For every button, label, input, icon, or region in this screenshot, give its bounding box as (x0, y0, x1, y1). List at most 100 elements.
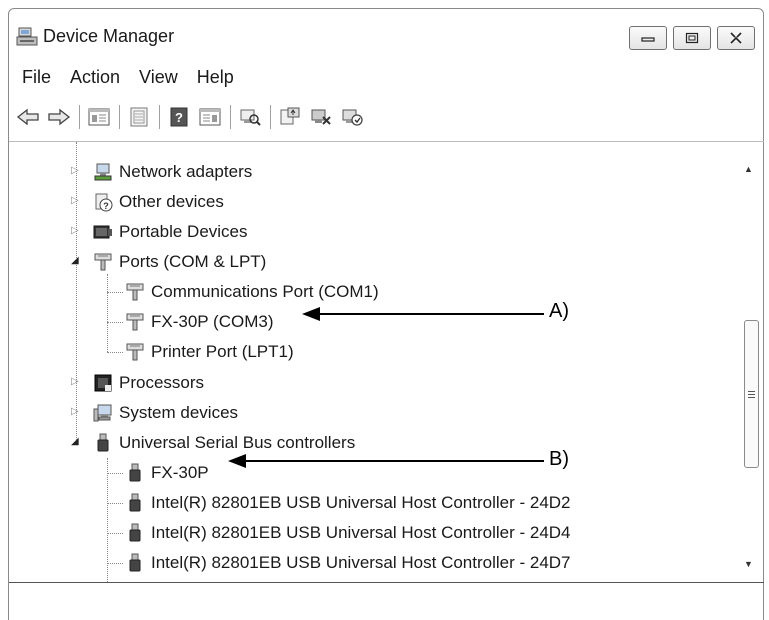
expand-arrow-icon[interactable]: ▷ (71, 195, 79, 206)
tree-node-system-devices[interactable]: System devices (93, 398, 238, 428)
svg-text:?: ? (103, 201, 109, 211)
tree-node-com1[interactable]: Communications Port (COM1) (125, 277, 379, 307)
action-pane-icon (199, 108, 221, 126)
tree-node-fx30p-com3[interactable]: FX-30P (COM3) (125, 307, 274, 337)
device-tree[interactable]: ▷ Network adapters ▷ ? Other devices ▷ P… (9, 141, 764, 583)
tree-node-label: Intel(R) 82801EB USB Universal Host Cont… (151, 523, 571, 542)
tree-node-other-devices[interactable]: ? Other devices (93, 187, 224, 217)
expand-arrow-icon[interactable]: ▷ (71, 406, 79, 417)
collapse-arrow-icon[interactable]: ◢ (71, 436, 79, 447)
tree-node-portable-devices[interactable]: Portable Devices (93, 217, 248, 247)
maximize-icon (685, 32, 699, 44)
show-hide-tree-button[interactable] (86, 104, 112, 130)
usb-connector-icon (129, 553, 141, 572)
forward-button[interactable] (46, 104, 72, 130)
window-title: Device Manager (43, 26, 175, 46)
tree-connector (107, 563, 123, 564)
scan-hardware-icon (240, 109, 261, 126)
expand-arrow-icon[interactable]: ▷ (71, 225, 79, 236)
grip-icon (748, 390, 755, 398)
network-adapter-icon (94, 163, 112, 181)
toolbar-separator (270, 105, 271, 129)
close-icon (730, 32, 742, 44)
back-arrow-icon (16, 108, 39, 126)
port-icon (126, 343, 144, 361)
scrollbar-thumb[interactable] (744, 320, 759, 468)
help-icon: ? (170, 107, 188, 127)
tree-connector (107, 274, 108, 352)
title-bar[interactable]: Device Manager (9, 9, 763, 55)
usb-connector-icon (129, 523, 141, 542)
port-icon (126, 283, 144, 301)
scroll-up-arrow-icon[interactable]: ▲ (744, 164, 753, 174)
usb-connector-icon (129, 493, 141, 512)
forward-arrow-icon (48, 108, 71, 126)
tree-node-label: Printer Port (LPT1) (151, 342, 294, 361)
tree-connector (107, 503, 123, 504)
callout-b-label: B) (549, 448, 569, 470)
tree-node-label: Universal Serial Bus controllers (119, 433, 356, 452)
tree-node-network-adapters[interactable]: Network adapters (93, 157, 252, 187)
tree-node-usb-fx30p[interactable]: FX-30P (125, 458, 209, 488)
action-pane-button[interactable] (197, 104, 223, 130)
callout-a-label: A) (549, 300, 569, 322)
tree-connector (107, 473, 123, 474)
tree-node-label: Network adapters (119, 162, 253, 181)
tree-node-label: Communications Port (COM1) (151, 282, 379, 301)
callout-a-line (318, 313, 544, 315)
back-button[interactable] (15, 104, 41, 130)
tree-node-processors[interactable]: Processors (93, 368, 204, 398)
update-driver-button[interactable] (277, 104, 303, 130)
properties-button[interactable] (126, 104, 152, 130)
menu-view[interactable]: View (126, 63, 178, 91)
tree-node-usb-24d7[interactable]: Intel(R) 82801EB USB Universal Host Cont… (125, 548, 571, 578)
tree-node-usb-controllers[interactable]: Universal Serial Bus controllers (93, 428, 355, 458)
show-hide-tree-icon (88, 108, 110, 126)
usb-connector-icon (129, 463, 141, 482)
maximize-button[interactable] (673, 26, 711, 50)
uninstall-button[interactable] (308, 104, 334, 130)
tree-connector (107, 352, 123, 353)
expand-arrow-icon[interactable]: ▷ (71, 165, 79, 176)
tree-node-label: FX-30P (COM3) (151, 312, 274, 331)
scan-hardware-button[interactable] (237, 104, 263, 130)
toolbar: ? (15, 103, 370, 131)
tree-node-usb-24d2[interactable]: Intel(R) 82801EB USB Universal Host Cont… (125, 488, 571, 518)
portable-device-icon (93, 225, 112, 239)
tree-node-label: Ports (COM & LPT) (119, 252, 267, 271)
close-button[interactable] (717, 26, 755, 50)
scroll-down-arrow-icon[interactable]: ▼ (744, 559, 753, 569)
tree-node-label: System devices (119, 403, 239, 422)
tree-node-label: Intel(R) 82801EB USB Universal Host Cont… (151, 553, 571, 572)
tree-connector (107, 458, 108, 582)
tree-node-lpt1[interactable]: Printer Port (LPT1) (125, 337, 294, 367)
toolbar-separator (79, 105, 80, 129)
tree-connector (76, 142, 77, 442)
tree-node-label: Other devices (119, 192, 224, 211)
unknown-device-icon: ? (95, 193, 113, 212)
expand-arrow-icon[interactable]: ▷ (71, 376, 79, 387)
tree-connector (107, 322, 123, 323)
device-manager-icon (16, 27, 38, 46)
menu-action[interactable]: Action (57, 63, 120, 91)
properties-icon (130, 107, 148, 127)
system-device-icon (93, 404, 112, 422)
tree-node-ports[interactable]: Ports (COM & LPT) (93, 247, 266, 277)
uninstall-icon (311, 109, 331, 125)
vertical-scrollbar[interactable]: ▲ ▼ (736, 142, 764, 582)
help-button[interactable]: ? (166, 104, 192, 130)
menu-file[interactable]: File (9, 63, 51, 91)
enable-device-icon (342, 109, 363, 126)
enable-device-button[interactable] (339, 104, 365, 130)
minimize-icon (641, 37, 655, 42)
update-driver-icon (280, 107, 300, 125)
tree-node-label: Intel(R) 82801EB USB Universal Host Cont… (151, 493, 571, 512)
minimize-button[interactable] (629, 26, 667, 50)
toolbar-separator (159, 105, 160, 129)
usb-connector-icon (97, 433, 109, 452)
collapse-arrow-icon[interactable]: ◢ (71, 255, 79, 266)
processor-icon (94, 374, 112, 392)
port-icon (94, 253, 112, 271)
menu-help[interactable]: Help (184, 63, 234, 91)
tree-node-usb-24d4[interactable]: Intel(R) 82801EB USB Universal Host Cont… (125, 518, 571, 548)
